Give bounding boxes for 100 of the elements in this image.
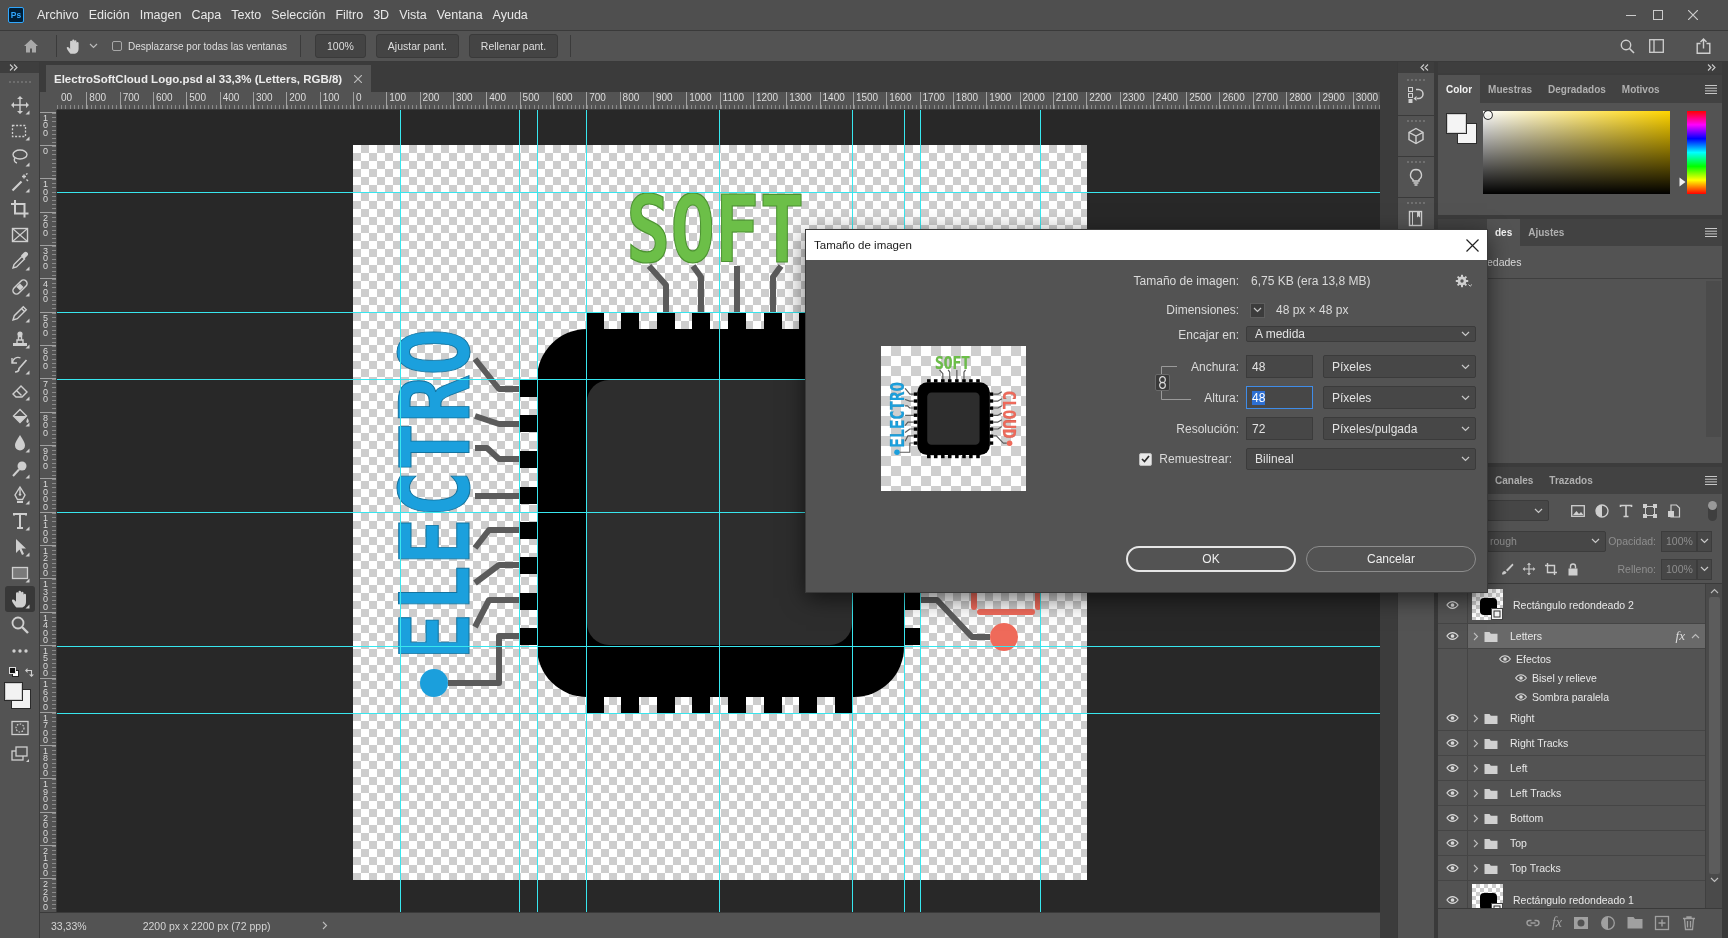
eye-icon[interactable] [1515, 692, 1527, 701]
dropdown[interactable]: A medida [1246, 326, 1476, 342]
chevron-right-icon[interactable] [1473, 631, 1479, 641]
chevron-down-icon[interactable] [1709, 877, 1719, 883]
dropdown-button[interactable] [1697, 558, 1712, 580]
option-button[interactable]: Ajustar pant. [375, 34, 459, 58]
link-toggle-button[interactable] [1155, 374, 1170, 391]
eye-icon[interactable] [1446, 714, 1459, 722]
checkbox[interactable] [1139, 452, 1153, 466]
dropdown[interactable]: Píxeles [1323, 386, 1476, 409]
panel-tab[interactable]: Ajustes [1520, 219, 1573, 246]
dialog-button[interactable]: OK [1126, 546, 1296, 572]
eye-icon[interactable] [1515, 673, 1527, 682]
layer-row[interactable]: Left [1438, 756, 1705, 781]
layer-row[interactable]: Left Tracks [1438, 781, 1705, 806]
quick-mask-icon[interactable] [10, 720, 29, 736]
chevron-right-icon[interactable] [1473, 713, 1479, 723]
menu-item[interactable]: Edición [83, 5, 135, 25]
menu-item[interactable]: Vista [394, 5, 432, 25]
panel-tab[interactable]: Motivos [1613, 75, 1668, 103]
panel-tab[interactable]: Degradados [1540, 75, 1614, 103]
dropdown[interactable]: Píxeles [1323, 355, 1476, 378]
cube-icon[interactable] [1407, 127, 1425, 145]
close-icon[interactable] [1466, 238, 1479, 252]
text-field[interactable]: 48 [1246, 386, 1313, 409]
menu-item[interactable]: Selección [266, 5, 331, 25]
half-circle-icon[interactable] [1595, 503, 1609, 518]
menu-item[interactable]: Ventana [431, 5, 488, 25]
transform-icon[interactable] [1643, 503, 1657, 518]
chevron-right-icon[interactable] [1473, 863, 1479, 873]
chevron-right-icon[interactable] [1473, 838, 1479, 848]
add-layer-icon[interactable] [1654, 914, 1670, 931]
text-field[interactable]: 72 [1246, 417, 1313, 440]
chevron-right-icon[interactable] [1473, 788, 1479, 798]
eye-icon[interactable] [1446, 864, 1459, 872]
stacked-windows-icon[interactable] [10, 746, 29, 762]
tool-button[interactable] [4, 586, 35, 612]
hue-slider[interactable] [1679, 111, 1706, 194]
search-icon[interactable] [1620, 38, 1635, 54]
restore-icon[interactable] [1653, 10, 1663, 20]
double-chevron-left-icon[interactable] [1420, 64, 1429, 71]
scrollbar[interactable] [1705, 584, 1722, 908]
eye-icon[interactable] [1446, 789, 1459, 797]
menu-item[interactable]: Filtro [330, 5, 369, 25]
filter-toggle[interactable] [1708, 500, 1717, 521]
dropdown[interactable]: Bilineal [1246, 448, 1476, 470]
eye-icon[interactable] [1446, 764, 1459, 772]
lightbulb-icon[interactable] [1407, 168, 1425, 186]
scrollbar[interactable] [1706, 281, 1721, 437]
panel-tab[interactable]: Trazados [1541, 467, 1601, 494]
crop-icon[interactable] [1544, 562, 1558, 576]
panel-tab[interactable]: Canales [1487, 467, 1542, 494]
panel-tab[interactable]: des [1487, 219, 1521, 246]
eye-icon[interactable] [1446, 600, 1459, 609]
share-icon[interactable] [1696, 38, 1711, 54]
layer-row[interactable]: Right Tracks [1438, 731, 1705, 756]
window-layout-icon[interactable] [1649, 39, 1664, 53]
lock-icon[interactable] [1566, 562, 1580, 576]
eye-icon[interactable] [1446, 839, 1459, 847]
eye-icon[interactable] [1446, 632, 1459, 640]
default-colors-icon[interactable] [8, 667, 19, 677]
layer-row[interactable]: Right [1438, 706, 1705, 731]
option-button[interactable]: Rellenar pant. [468, 34, 559, 58]
double-chevron-right-icon[interactable] [9, 64, 18, 71]
home-icon[interactable] [23, 38, 39, 54]
menu-item[interactable]: 3D [368, 5, 395, 25]
eye-icon[interactable] [1499, 654, 1511, 663]
slider-thumb[interactable] [1679, 177, 1686, 188]
chevron-right-icon[interactable] [1473, 763, 1479, 773]
half-circle-icon[interactable] [1600, 914, 1616, 931]
menu-icon[interactable] [1705, 476, 1717, 485]
menu-item[interactable]: Imagen [134, 5, 187, 25]
color-field[interactable] [1483, 111, 1670, 194]
layer-row[interactable]: Letters fx [1438, 624, 1705, 649]
swap-arrows-icon[interactable] [24, 667, 35, 677]
menu-item[interactable]: Archivo [32, 5, 84, 25]
move-arrows-icon[interactable] [1522, 562, 1536, 576]
layer-row[interactable]: Bottom [1438, 806, 1705, 831]
chevron-up-icon[interactable] [1691, 633, 1700, 639]
chevron-right-icon[interactable] [1473, 813, 1479, 823]
folder-icon[interactable] [1627, 916, 1643, 929]
eye-icon[interactable] [1446, 895, 1459, 904]
layer-row[interactable]: Rectángulo redondeado 1 [1438, 881, 1705, 908]
layer-row[interactable]: Top Tracks [1438, 856, 1705, 881]
color-swatches-icon[interactable] [4, 682, 31, 709]
checkbox[interactable] [112, 41, 122, 51]
gear-icon[interactable] [1455, 274, 1473, 288]
double-chevron-right-icon[interactable] [1707, 64, 1716, 71]
option-button[interactable]: 100% [315, 34, 366, 58]
dropdown-button[interactable] [1697, 530, 1712, 552]
menu-item[interactable]: Capa [186, 5, 227, 25]
chevron-right-icon[interactable] [1473, 738, 1479, 748]
menu-item[interactable]: Ayuda [487, 5, 533, 25]
chevron-right-icon[interactable] [322, 921, 329, 930]
chevron-up-icon[interactable] [1709, 588, 1719, 594]
layer-row[interactable]: Top [1438, 831, 1705, 856]
menu-icon[interactable] [1705, 228, 1717, 237]
hand-icon[interactable] [65, 37, 82, 55]
dimensions-menu-button[interactable] [1250, 302, 1265, 318]
trash-icon[interactable] [1681, 914, 1697, 931]
